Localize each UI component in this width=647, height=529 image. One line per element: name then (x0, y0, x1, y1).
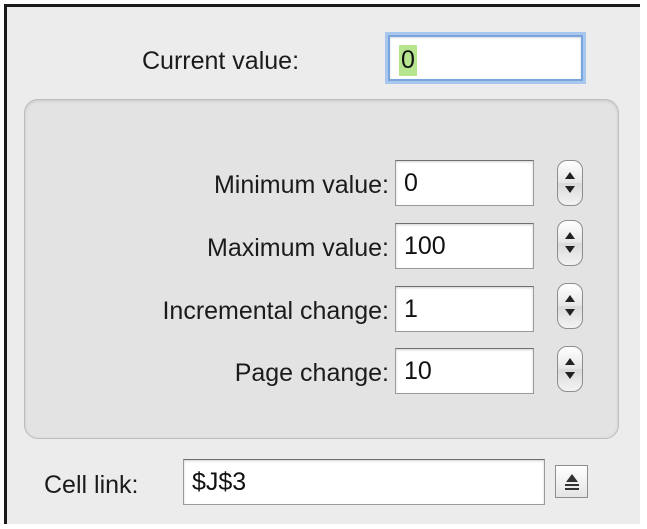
maximum-value-stepper[interactable] (557, 220, 583, 266)
stepper-down-icon[interactable] (565, 372, 575, 379)
collapse-bar-icon (565, 488, 579, 490)
collapse-dialog-button[interactable] (555, 465, 588, 498)
stepper-up-icon[interactable] (565, 358, 575, 365)
current-value-field[interactable]: 0 (388, 35, 583, 81)
minimum-value-stepper[interactable] (557, 160, 583, 206)
page-change-field[interactable] (395, 348, 534, 394)
stepper-down-icon[interactable] (565, 309, 575, 316)
stepper-up-icon[interactable] (565, 232, 575, 239)
maximum-value-field[interactable] (395, 223, 534, 269)
collapse-bar-icon (565, 484, 579, 486)
stepper-up-icon[interactable] (565, 295, 575, 302)
stepper-down-icon[interactable] (565, 186, 575, 193)
stepper-down-icon[interactable] (565, 246, 575, 253)
stepper-up-icon[interactable] (565, 172, 575, 179)
collapse-dialog-icon (566, 474, 578, 482)
current-value-label: Current value: (142, 47, 300, 75)
incremental-change-stepper[interactable] (557, 283, 583, 329)
control-format-panel: Current value: 0 Minimum value: Maximum … (4, 4, 640, 524)
minimum-value-field[interactable] (395, 160, 534, 206)
minimum-value-label: Minimum value: (213, 171, 389, 199)
cell-link-label: Cell link: (44, 471, 139, 499)
page-change-stepper[interactable] (557, 346, 583, 392)
current-value-text: 0 (399, 45, 417, 76)
incremental-change-label: Incremental change: (162, 297, 389, 325)
incremental-change-field[interactable] (395, 286, 534, 332)
page-change-label: Page change: (234, 359, 389, 387)
maximum-value-label: Maximum value: (207, 234, 389, 262)
cell-link-field[interactable] (183, 459, 545, 505)
